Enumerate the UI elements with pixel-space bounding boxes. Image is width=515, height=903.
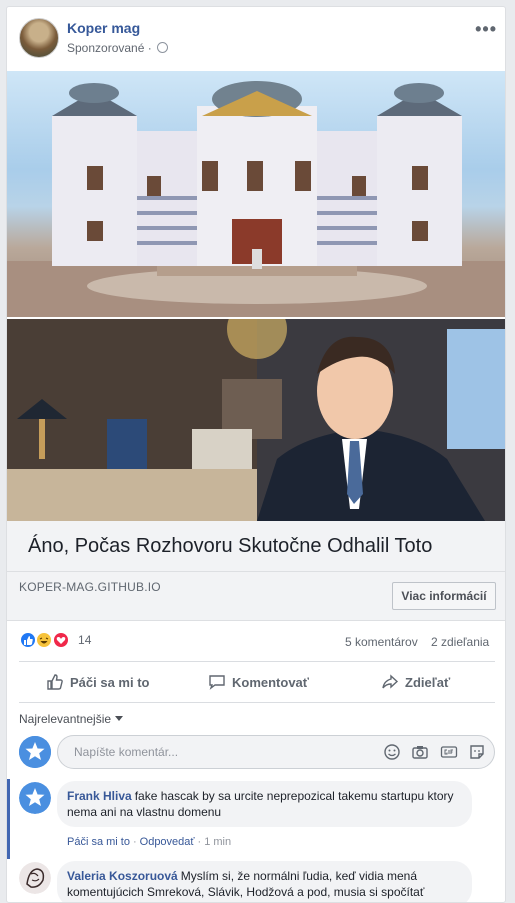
- sponsored-text[interactable]: Sponzorované ·: [67, 41, 152, 55]
- like-button-label: Páči sa mi to: [70, 675, 150, 690]
- thumbs-up-icon: [47, 674, 63, 690]
- profile-photo: [19, 862, 51, 894]
- default-avatar-icon: [19, 736, 51, 768]
- more-info-button[interactable]: Viac informácií: [392, 582, 496, 610]
- like-button[interactable]: Páči sa mi to: [46, 662, 149, 703]
- share-arrow-icon: [382, 674, 399, 689]
- interview-illustration: [7, 319, 505, 521]
- haha-reaction-icon: [35, 631, 54, 649]
- sponsored-label: Sponzorované ·: [67, 41, 169, 55]
- comment-timestamp[interactable]: 1 min: [204, 836, 231, 848]
- commenter-avatar[interactable]: [19, 782, 51, 814]
- camera-icon[interactable]: [411, 743, 429, 761]
- comment-like-link[interactable]: Páči sa mi to: [67, 836, 130, 848]
- comment-input-box[interactable]: [57, 735, 495, 769]
- page-avatar[interactable]: [19, 18, 59, 58]
- comment-reply-link[interactable]: Odpovedať: [140, 836, 195, 848]
- post-image-palace[interactable]: [7, 71, 505, 317]
- commenter-avatar[interactable]: [19, 862, 51, 894]
- post-actions-bar: Páči sa mi to Komentovať Zdieľať: [19, 661, 495, 703]
- current-user-avatar[interactable]: [19, 736, 51, 768]
- link-domain: KOPER-MAG.GITHUB.IO: [19, 580, 161, 594]
- like-reaction-icon: [19, 631, 37, 649]
- globe-icon: [157, 42, 169, 53]
- post-image-interview[interactable]: [7, 319, 505, 521]
- share-button-label: Zdieľať: [405, 675, 451, 690]
- page-name-link[interactable]: Koper mag: [67, 20, 140, 36]
- comment-button[interactable]: Komentovať: [208, 662, 309, 703]
- gif-icon[interactable]: [440, 743, 458, 761]
- default-avatar-icon: [19, 782, 51, 814]
- sticker-icon[interactable]: [468, 743, 486, 761]
- engagement-counts: 14 5 komentárov 2 zdieľania: [7, 625, 505, 661]
- comment-actions: Páči sa mi to · Odpovedať · 1 min: [67, 836, 231, 848]
- comment-input[interactable]: [72, 744, 372, 760]
- compose-icons: [376, 743, 486, 761]
- comment-author-link[interactable]: Valeria Koszoruová: [67, 869, 178, 883]
- comment-item: Valeria Koszoruová Myslím si, že normálni…: [7, 859, 505, 902]
- chevron-down-icon: [115, 716, 124, 721]
- post-card: Koper mag Sponzorované · ••• Áno, Počas …: [6, 6, 506, 903]
- post-headline[interactable]: Áno, Počas Rozhovoru Skutočne Odhalil To…: [28, 535, 432, 558]
- speech-bubble-icon: [209, 675, 225, 690]
- comment-count-link[interactable]: 5 komentárov: [345, 635, 418, 649]
- post-header: Koper mag Sponzorované · •••: [7, 7, 505, 71]
- reaction-count[interactable]: 14: [78, 633, 91, 647]
- palace-illustration: [7, 81, 505, 317]
- love-reaction-icon: [51, 631, 70, 649]
- comment-author-link[interactable]: Frank Hliva: [67, 789, 132, 803]
- comment-item: Frank Hliva fake hascak by sa urcite nepr…: [7, 779, 505, 859]
- link-preview[interactable]: KOPER-MAG.GITHUB.IO Viac informácií: [7, 571, 505, 621]
- comment-bubble: Frank Hliva fake hascak by sa urcite nepr…: [57, 781, 472, 827]
- comment-bubble: Valeria Koszoruová Myslím si, že normálni…: [57, 861, 472, 902]
- reactions-summary[interactable]: 14: [19, 631, 91, 651]
- smiley-icon[interactable]: [383, 743, 401, 761]
- share-button[interactable]: Zdieľať: [381, 662, 450, 703]
- separator-dot: ·: [197, 836, 202, 848]
- more-options-icon[interactable]: •••: [475, 19, 497, 40]
- share-count-link[interactable]: 2 zdieľania: [431, 635, 489, 649]
- separator-dot: ·: [132, 836, 137, 848]
- comment-sort-dropdown[interactable]: Najrelevantnejšie: [19, 712, 124, 726]
- comment-button-label: Komentovať: [232, 675, 310, 690]
- comment-sort-label: Najrelevantnejšie: [19, 712, 112, 726]
- comment-composer: [19, 735, 495, 769]
- headline-box[interactable]: Áno, Počas Rozhovoru Skutočne Odhalil To…: [7, 521, 505, 571]
